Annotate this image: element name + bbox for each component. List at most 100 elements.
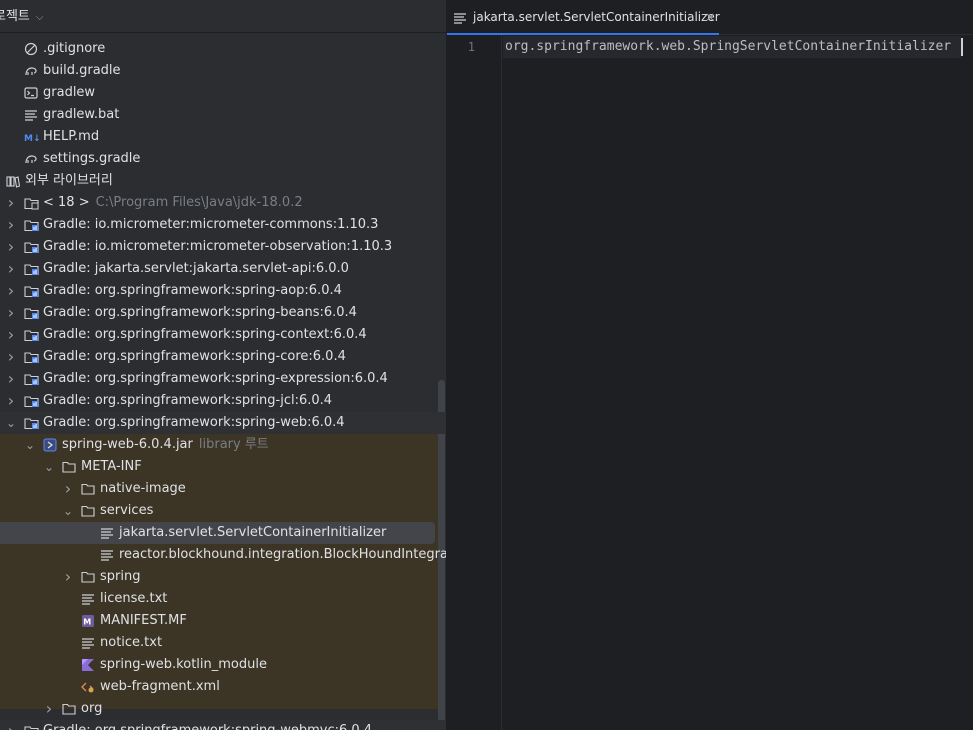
library-jar-icon — [24, 416, 39, 430]
tree-item-label: native-image — [100, 478, 186, 500]
tree-row[interactable]: ⌄ services — [0, 500, 446, 522]
chevron-down-icon[interactable]: ⌵ — [36, 12, 44, 23]
chevron-right-icon[interactable]: › — [4, 346, 18, 368]
project-panel-header: 로젝트 ⌵ — [0, 0, 446, 33]
chevron-down-icon[interactable]: ⌄ — [4, 412, 18, 434]
tree-row[interactable]: › Gradle: org.springframework:spring-cont… — [0, 324, 446, 346]
chevron-down-icon[interactable]: ⌄ — [42, 456, 56, 478]
tree-item-label: Gradle: org.springframework:spring-webmv… — [43, 720, 372, 730]
tree-item-name: gradlew.bat — [43, 107, 120, 122]
code-text[interactable]: org.springframework.web.SpringServletCon… — [505, 36, 951, 58]
tree-row[interactable]: › Gradle: org.springframework:spring-aop:… — [0, 280, 446, 302]
line-gutter: 1 — [447, 35, 502, 730]
chevron-right-icon[interactable]: › — [4, 236, 18, 258]
library-jar-icon — [24, 262, 39, 276]
tree-item-detail: C:\Program Files\Java\jdk-18.0.2 — [95, 195, 303, 210]
tree-item-label: Gradle: org.springframework:spring-aop:6… — [43, 280, 342, 302]
tree-item-label: Gradle: org.springframework:spring-jcl:6… — [43, 390, 332, 412]
tree-row[interactable]: settings.gradle — [0, 148, 446, 170]
tree-row[interactable]: › org — [0, 698, 446, 720]
tree-row[interactable]: ⌄ META-INF — [0, 456, 446, 478]
jar-archive-icon — [43, 438, 57, 452]
tree-item-label: jakarta.servlet.ServletContainerInitiali… — [119, 522, 386, 544]
tree-row[interactable]: › spring — [0, 566, 446, 588]
tree-row[interactable]: › Gradle: org.springframework:spring-core… — [0, 346, 446, 368]
tree-row[interactable]: › native-image — [0, 478, 446, 500]
text-file-icon — [100, 526, 114, 540]
tree-item-name: license.txt — [100, 591, 168, 606]
tree-row[interactable]: M↓ HELP.md — [0, 126, 446, 148]
tree-item-name: Gradle: io.micrometer:micrometer-observa… — [43, 239, 393, 254]
tree-row[interactable]: web-fragment.xml — [0, 676, 446, 698]
tree-item-name: MANIFEST.MF — [100, 613, 187, 628]
folder-icon — [62, 702, 76, 716]
chevron-right-icon[interactable]: › — [4, 324, 18, 346]
tree-row[interactable]: license.txt — [0, 588, 446, 610]
tree-item-label: spring-web.kotlin_module — [100, 654, 267, 676]
tree-item-label: Gradle: org.springframework:spring-core:… — [43, 346, 346, 368]
tree-row[interactable]: › Gradle: jakarta.servlet:jakarta.servlet… — [0, 258, 446, 280]
chevron-right-icon[interactable]: › — [4, 192, 18, 214]
editor-tab[interactable]: jakarta.servlet.ServletContainerInitiali… — [447, 0, 720, 35]
tree-item-name: HELP.md — [43, 129, 100, 144]
tree-row[interactable]: .gitignore — [0, 38, 446, 60]
library-icon — [6, 174, 20, 188]
folder-icon — [81, 504, 95, 518]
text-file-icon — [81, 592, 95, 606]
tree-row[interactable]: gradlew — [0, 82, 446, 104]
tree-row[interactable]: › Gradle: org.springframework:spring-jcl:… — [0, 390, 446, 412]
tree-row[interactable]: ⌄ Gradle: org.springframework:spring-web:… — [0, 412, 446, 434]
chevron-right-icon[interactable]: › — [4, 390, 18, 412]
tree-row[interactable]: ⌄ spring-web-6.0.4.jar library 루트 — [0, 434, 446, 456]
tree-item-label: services — [100, 500, 153, 522]
tree-item-name: spring-web.kotlin_module — [100, 657, 267, 672]
project-tool-window: 로젝트 ⌵ .gitignore build.gradle gradlew gradle… — [0, 0, 446, 730]
chevron-right-icon[interactable]: › — [4, 258, 18, 280]
tree-item-label: spring-web-6.0.4.jar library 루트 — [62, 434, 269, 456]
tree-row[interactable]: jakarta.servlet.ServletContainerInitiali… — [0, 522, 446, 544]
chevron-right-icon[interactable]: › — [4, 720, 18, 730]
library-jar-icon — [24, 218, 39, 232]
chevron-right-icon[interactable]: › — [4, 302, 18, 324]
tree-row[interactable]: reactor.blockhound.integration.BlockHoun… — [0, 544, 446, 566]
line-number: 1 — [467, 40, 475, 54]
folder-icon — [81, 570, 95, 584]
tree-item-label: Gradle: org.springframework:spring-beans… — [43, 302, 357, 324]
tree-item-label: gradlew.bat — [43, 104, 119, 126]
tree-row[interactable]: › Gradle: io.micrometer:micrometer-observ… — [0, 236, 446, 258]
chevron-down-icon[interactable]: ⌄ — [61, 500, 75, 522]
chevron-down-icon[interactable]: ⌄ — [23, 434, 37, 456]
library-jar-icon — [24, 394, 39, 408]
tree-row[interactable]: 외부 라이브러리 — [0, 170, 446, 192]
tree-row[interactable]: › Gradle: org.springframework:spring-webm… — [0, 720, 446, 730]
tree-row[interactable]: › < 18 > C:\Program Files\Java\jdk-18.0.2 — [0, 192, 446, 214]
tree-row[interactable]: M MANIFEST.MF — [0, 610, 446, 632]
text-caret — [961, 38, 963, 56]
text-file-icon — [81, 636, 95, 650]
tree-row[interactable]: spring-web.kotlin_module — [0, 654, 446, 676]
chevron-right-icon[interactable]: › — [42, 698, 56, 720]
tree-item-label: web-fragment.xml — [100, 676, 220, 698]
tree-item-name: Gradle: org.springframework:spring-aop:6… — [43, 283, 342, 298]
current-code-line[interactable]: org.springframework.web.SpringServletCon… — [503, 36, 961, 58]
tree-item-label: build.gradle — [43, 60, 121, 82]
library-jar-icon — [24, 372, 39, 386]
tree-item-label: license.txt — [100, 588, 167, 610]
tree-row[interactable]: gradlew.bat — [0, 104, 446, 126]
gradle-icon — [24, 64, 38, 78]
project-view-selector[interactable]: 로젝트 ⌵ — [0, 0, 43, 33]
close-icon[interactable]: × — [705, 0, 715, 35]
tree-row[interactable]: › Gradle: org.springframework:spring-bean… — [0, 302, 446, 324]
tree-item-name: spring — [100, 569, 141, 584]
chevron-right-icon[interactable]: › — [61, 566, 75, 588]
tree-row[interactable]: notice.txt — [0, 632, 446, 654]
chevron-right-icon[interactable]: › — [4, 280, 18, 302]
tree-row[interactable]: build.gradle — [0, 60, 446, 82]
chevron-right-icon[interactable]: › — [4, 214, 18, 236]
chevron-right-icon[interactable]: › — [4, 368, 18, 390]
chevron-right-icon[interactable]: › — [61, 478, 75, 500]
gradle-icon — [24, 152, 38, 166]
tree-row[interactable]: › Gradle: io.micrometer:micrometer-common… — [0, 214, 446, 236]
editor-tab-bar: jakarta.servlet.ServletContainerInitiali… — [447, 0, 973, 35]
tree-row[interactable]: › Gradle: org.springframework:spring-expr… — [0, 368, 446, 390]
